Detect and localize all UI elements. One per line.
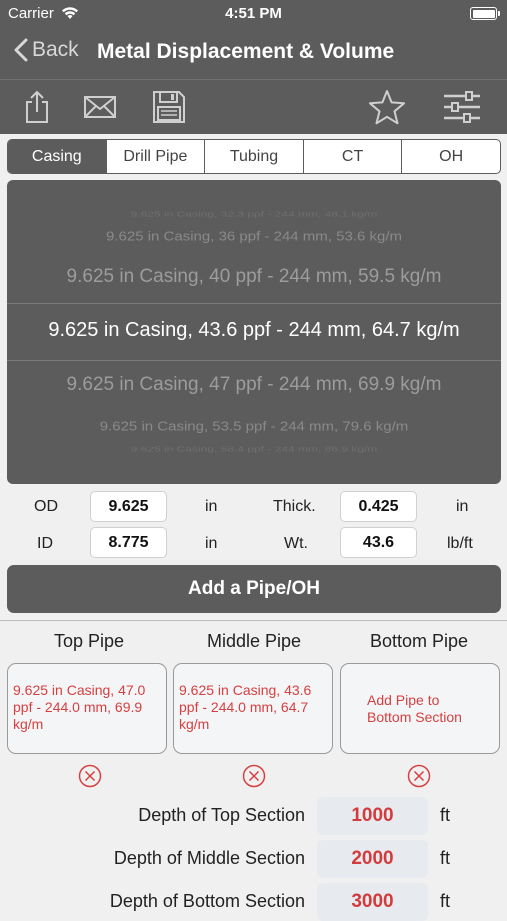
picker-row[interactable]: 9.625 in Casing, 40 ppf - 244 mm, 59.5 k… — [7, 266, 501, 288]
depth-middle-label: Depth of Middle Section — [113, 848, 305, 868]
toolbar — [0, 80, 507, 134]
depth-middle-row: Depth of Middle Section 2000 ft — [0, 840, 507, 878]
depth-bottom-input[interactable]: 3000 — [317, 883, 428, 921]
depth-top-label: Depth of Top Section — [138, 805, 305, 825]
picker-row[interactable]: 9.625 in Casing, 47 ppf - 244 mm, 69.9 k… — [7, 374, 501, 396]
back-button[interactable]: Back — [14, 38, 79, 62]
depth-top-input[interactable]: 1000 — [317, 797, 428, 835]
remove-circle-icon — [407, 764, 431, 788]
remove-circle-icon — [242, 764, 266, 788]
depth-middle-input[interactable]: 2000 — [317, 840, 428, 878]
id-label: ID — [37, 535, 53, 552]
navigation-bar: Back Metal Displacement & Volume — [0, 28, 507, 80]
page-title: Metal Displacement & Volume — [97, 40, 395, 63]
top-pipe-heading: Top Pipe — [53, 631, 125, 651]
add-pipe-button[interactable]: Add a Pipe/OH — [7, 565, 501, 613]
thickness-unit: in — [456, 498, 469, 515]
segment-drill-pipe[interactable]: Drill Pipe — [105, 140, 205, 173]
divider — [0, 620, 507, 621]
status-bar: Carrier 4:51 PM — [0, 0, 507, 28]
depth-top-unit: ft — [440, 805, 451, 825]
favorite-button[interactable] — [367, 87, 407, 127]
segment-tubing[interactable]: Tubing — [204, 140, 303, 173]
top-pipe-description: 9.625 in Casing, 47.0 ppf - 244.0 mm, 69… — [13, 682, 146, 732]
weight-unit: lb/ft — [447, 535, 473, 552]
remove-middle-pipe-button[interactable] — [242, 764, 266, 788]
mail-button[interactable] — [80, 87, 120, 127]
depth-middle-unit: ft — [440, 848, 451, 868]
depth-bottom-label: Depth of Bottom Section — [109, 891, 305, 911]
pipe-properties: OD 9.625 in Thick. 0.425 in ID 8.775 in … — [0, 488, 507, 560]
share-button[interactable] — [17, 87, 57, 127]
weight-value: 43.6 — [340, 527, 417, 558]
remove-circle-icon — [78, 764, 102, 788]
id-unit: in — [205, 535, 218, 552]
remove-top-pipe-button[interactable] — [78, 764, 102, 788]
save-button[interactable] — [149, 87, 189, 127]
id-value: 8.775 — [90, 527, 167, 558]
od-value: 9.625 — [90, 491, 167, 522]
depth-top-row: Depth of Top Section 1000 ft — [0, 797, 507, 835]
favorite-star-icon — [369, 90, 405, 125]
segment-oh[interactable]: OH — [401, 140, 500, 173]
save-icon — [153, 91, 185, 123]
thickness-label: Thick. — [273, 498, 316, 515]
depth-bottom-row: Depth of Bottom Section 3000 ft — [0, 883, 507, 921]
back-label: Back — [32, 38, 79, 61]
od-label: OD — [34, 498, 58, 515]
middle-pipe-card[interactable]: 9.625 in Casing, 43.6 ppf - 244.0 mm, 64… — [173, 663, 333, 754]
pipe-type-segmented-control: Casing Drill Pipe Tubing CT OH — [7, 139, 501, 174]
middle-pipe-heading: Middle Pipe — [206, 631, 302, 651]
remove-bottom-pipe-button[interactable] — [407, 764, 431, 788]
pipe-size-picker[interactable]: 9.625 in Casing, 32.3 ppf - 244 mm, 48.1… — [7, 180, 501, 484]
middle-pipe-description: 9.625 in Casing, 43.6 ppf - 244.0 mm, 64… — [179, 682, 312, 732]
clock: 4:51 PM — [225, 5, 282, 22]
bottom-pipe-card[interactable]: Add Pipe to Bottom Section — [340, 663, 500, 754]
thickness-value: 0.425 — [340, 491, 417, 522]
mail-icon — [84, 96, 116, 118]
chevron-left-icon — [14, 38, 28, 62]
picker-row[interactable]: 9.625 in Casing, 53.5 ppf - 244 mm, 79.6… — [7, 419, 501, 433]
settings-sliders-icon — [444, 91, 480, 123]
share-icon — [26, 90, 48, 123]
weight-label: Wt. — [284, 535, 308, 552]
depth-bottom-unit: ft — [440, 891, 451, 911]
picker-row[interactable]: 9.625 in Casing, 32.3 ppf - 244 mm, 48.1… — [7, 210, 501, 218]
segment-ct[interactable]: CT — [302, 140, 402, 173]
picker-row[interactable]: 9.625 in Casing, 58.4 ppf - 244 mm, 86.9… — [7, 445, 501, 453]
segment-casing[interactable]: Casing — [8, 140, 106, 173]
top-pipe-card[interactable]: 9.625 in Casing, 47.0 ppf - 244.0 mm, 69… — [7, 663, 167, 754]
bottom-pipe-heading: Bottom Pipe — [369, 631, 469, 651]
od-unit: in — [205, 498, 218, 515]
battery-icon — [470, 7, 500, 20]
picker-row[interactable]: 9.625 in Casing, 36 ppf - 244 mm, 53.6 k… — [7, 229, 501, 243]
settings-button[interactable] — [442, 87, 482, 127]
bottom-pipe-placeholder: Add Pipe to Bottom Section — [367, 692, 462, 725]
picker-row-selected[interactable]: 9.625 in Casing, 43.6 ppf - 244 mm, 64.7… — [7, 319, 501, 342]
